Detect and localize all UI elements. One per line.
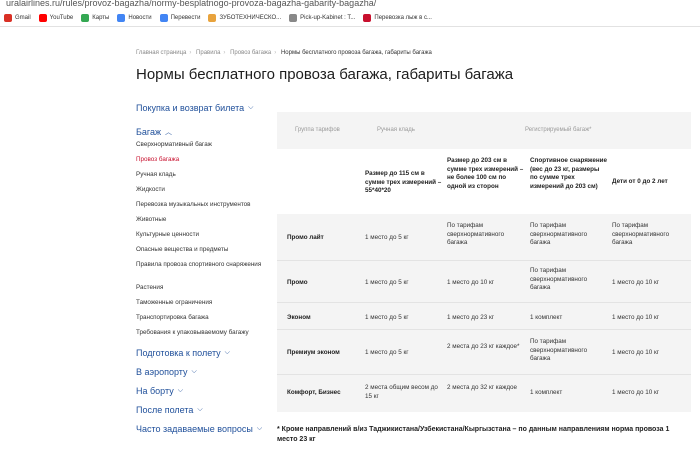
subheader-kids: Дети от 0 до 2 лет xyxy=(612,178,668,185)
row-name-comfort-business: Комфорт, Бизнес xyxy=(287,389,341,396)
breadcrumb-baggage[interactable]: Провоз багажа xyxy=(230,50,271,56)
header-hand-luggage: Ручная кладь xyxy=(377,127,415,133)
sidebar-section-airport[interactable]: В аэропорту ⌵ xyxy=(136,367,272,377)
footnote: * Кроме направлений в/из Таджикистана/Уз… xyxy=(277,426,670,443)
sidebar-section-baggage[interactable]: Багаж ︿ xyxy=(136,127,272,137)
cell-sport: 1 комплект xyxy=(530,389,563,396)
sidebar-item-packing[interactable]: Требования к упаковываемому багажу xyxy=(136,329,272,344)
bookmark-pickup[interactable]: Pick-up-Kabinet : T... xyxy=(289,14,355,22)
address-bar[interactable]: uralairlines.ru/rules/provoz-bagazha/nor… xyxy=(0,0,700,10)
breadcrumb: Главная страница › Правила › Провоз багажа… xyxy=(136,50,432,56)
page-icon xyxy=(289,14,298,22)
chevron-down-icon: ⌵ xyxy=(224,349,230,356)
cell-sport: По тарифам сверхнормативного багажа xyxy=(530,338,588,362)
table-subheader: Размер до 115 см в сумме трех измерений … xyxy=(277,149,691,214)
bookmark-gmail[interactable]: Gmail xyxy=(4,14,31,22)
cell-hand: 1 место до 5 кг xyxy=(365,314,409,321)
sidebar-item-customs[interactable]: Таможенные ограничения xyxy=(136,299,272,314)
page-icon xyxy=(208,14,217,22)
cell-reg: 1 место до 23 кг xyxy=(447,314,495,321)
sidebar-item-transport[interactable]: Транспортировка багажа xyxy=(136,314,272,329)
subheader-sport: Спортивное снаряжение (вес до 23 кг, раз… xyxy=(530,157,607,190)
breadcrumb-rules[interactable]: Правила xyxy=(196,50,220,56)
subheader-hand: Размер до 115 см в сумме трех измерений … xyxy=(365,170,442,194)
url-text[interactable]: uralairlines.ru/rules/provoz-bagazha/nor… xyxy=(6,0,376,8)
cell-hand: 2 места общим весом до 15 кг xyxy=(365,384,438,400)
bookmark-news[interactable]: Новости xyxy=(117,14,152,22)
row-name-premium-economy: Премиум эконом xyxy=(287,349,340,356)
cell-reg: 2 места до 32 кг каждое xyxy=(447,384,518,391)
sidebar-item-hand-luggage[interactable]: Ручная кладь xyxy=(136,171,272,186)
cell-reg: По тарифам сверхнормативного багажа xyxy=(447,222,505,246)
cell-kids: 1 место до 10 кг xyxy=(612,349,660,356)
chevron-up-icon: ︿ xyxy=(165,129,173,136)
sidebar-item-liquids[interactable]: Жидкости xyxy=(136,186,272,201)
baggage-table: Группа тарифов Ручная кладь Регистрируем… xyxy=(277,112,691,412)
sidebar: Покупка и возврат билета ⌵ Багаж ︿ Сверхно… xyxy=(136,103,272,434)
sidebar-item-sport-equipment[interactable]: Правила провоза спортивного снаряжения xyxy=(136,261,272,284)
bookmark-maps[interactable]: Карты xyxy=(81,14,109,22)
page-title: Нормы бесплатного провоза багажа, габари… xyxy=(136,66,514,83)
bookmarks-bar: Gmail YouTube Карты Новости Перевести ЗУ… xyxy=(0,10,700,27)
cell-sport: По тарифам сверхнормативного багажа xyxy=(530,267,588,291)
page-icon xyxy=(363,14,372,22)
sidebar-item-music-instruments[interactable]: Перевозка музыкальных инструментов xyxy=(136,201,272,216)
sidebar-section-prep[interactable]: Подготовка к полету ⌵ xyxy=(136,348,272,358)
cell-kids: 1 место до 10 кг xyxy=(612,314,660,321)
header-registered: Регистрируемый багаж* xyxy=(525,127,592,133)
chevron-down-icon: ⌵ xyxy=(191,368,197,375)
row-divider xyxy=(277,260,691,261)
sidebar-item-baggage-carriage[interactable]: Провоз багажа xyxy=(136,156,272,171)
breadcrumb-current: Нормы бесплатного провоза багажа, габари… xyxy=(280,50,432,56)
header-tariff-group: Группа тарифов xyxy=(295,127,340,133)
chevron-down-icon: ⌵ xyxy=(248,104,254,111)
sidebar-section-faq[interactable]: Часто задаваемые вопросы ⌵ xyxy=(136,424,272,434)
bookmark-translate[interactable]: Перевести xyxy=(159,14,200,22)
sidebar-item-plants[interactable]: Растения xyxy=(136,284,272,299)
bookmark-dental[interactable]: ЗУБОТЕХНИЧЕСКО... xyxy=(208,14,281,22)
row-divider xyxy=(277,374,691,375)
row-name-economy: Эконом xyxy=(287,314,311,321)
row-name-promo: Промо xyxy=(287,279,308,286)
sidebar-item-animals[interactable]: Животные xyxy=(136,216,272,231)
cell-sport: По тарифам сверхнормативного багажа xyxy=(530,222,588,246)
sidebar-section-purchase[interactable]: Покупка и возврат билета ⌵ xyxy=(136,103,272,113)
sidebar-baggage-list: Сверхнормативный багаж Провоз багажа Руч… xyxy=(136,141,272,344)
sidebar-item-cultural-values[interactable]: Культурные ценности xyxy=(136,231,272,246)
cell-reg: 1 место до 10 кг xyxy=(447,279,495,286)
chevron-down-icon: ⌵ xyxy=(256,425,263,432)
maps-icon xyxy=(81,14,90,22)
gmail-icon xyxy=(4,14,12,22)
cell-kids: 1 место до 10 кг xyxy=(612,279,660,286)
cell-hand: 1 место до 5 кг xyxy=(365,279,409,286)
cell-kids: По тарифам сверхнормативного багажа xyxy=(612,222,670,246)
cell-sport: 1 комплект xyxy=(530,314,563,321)
cell-reg: 2 места до 23 кг каждое* xyxy=(447,343,520,350)
sidebar-section-onboard[interactable]: На борту ⌵ xyxy=(136,386,272,396)
row-divider xyxy=(277,302,691,303)
youtube-icon xyxy=(38,14,47,22)
sidebar-section-after[interactable]: После полета ⌵ xyxy=(136,405,272,415)
chevron-down-icon: ⌵ xyxy=(177,387,184,394)
cell-hand: 1 место до 5 кг xyxy=(365,234,409,241)
row-divider xyxy=(277,329,691,330)
sidebar-item-overweight[interactable]: Сверхнормативный багаж xyxy=(136,141,272,156)
breadcrumb-home[interactable]: Главная страница xyxy=(136,50,186,56)
bookmark-youtube[interactable]: YouTube xyxy=(38,14,73,22)
cell-kids: 1 место до 10 кг xyxy=(612,389,660,396)
row-name-promo-light: Промо лайт xyxy=(287,234,324,241)
sidebar-item-dangerous-goods[interactable]: Опасные вещества и предметы xyxy=(136,246,272,261)
subheader-registered: Размер до 203 см в сумме трех измерений … xyxy=(447,157,524,190)
cell-hand: 1 место до 5 кг xyxy=(365,349,409,356)
bookmark-skis[interactable]: Перевозка лыж в с... xyxy=(363,14,432,22)
chevron-down-icon: ⌵ xyxy=(197,406,203,413)
translate-icon xyxy=(159,14,168,22)
news-icon xyxy=(117,14,126,22)
